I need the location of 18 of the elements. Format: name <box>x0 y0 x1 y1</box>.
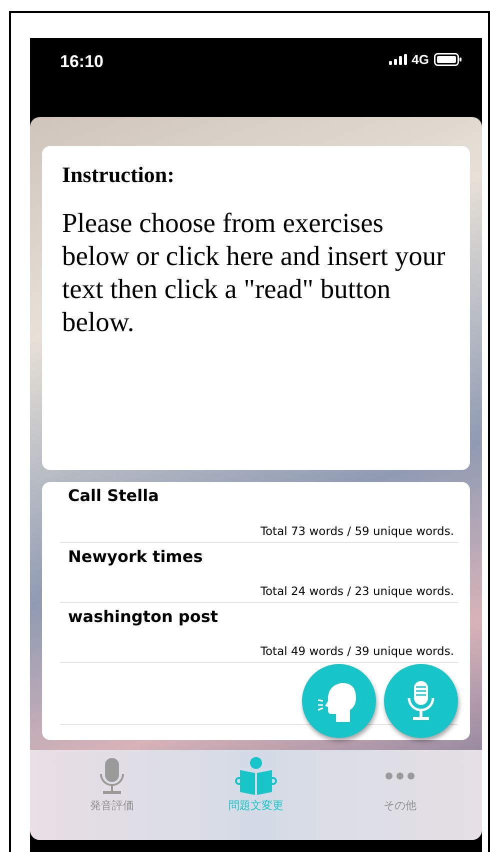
instruction-card[interactable]: Instruction: Please choose from exercises below or click here and insert your text then click a "read" button below. <box>42 146 470 470</box>
more-icon <box>385 772 415 780</box>
network-label: 4G <box>412 52 429 67</box>
reading-person-icon <box>234 756 278 796</box>
signal-icon <box>388 54 407 65</box>
exercise-title[interactable]: washington post <box>68 607 218 626</box>
record-button[interactable] <box>384 664 458 738</box>
speak-button[interactable] <box>302 664 376 738</box>
exercise-title[interactable]: Newyork times <box>68 547 203 566</box>
exercise-word-count: Total 73 words / 59 unique words. <box>260 524 455 538</box>
exercise-title[interactable]: Call Stella <box>68 486 159 505</box>
microphone-icon <box>97 756 127 796</box>
instruction-text: Please choose from exercises below or click here and insert your text then click a "read" button below. <box>62 206 446 338</box>
battery-icon <box>434 53 462 66</box>
exercise-word-count: Total 24 words / 23 unique words. <box>260 584 455 598</box>
instruction-title: Instruction: <box>62 162 176 188</box>
status-time: 16:10 <box>60 52 104 72</box>
exercise-word-count: Total 49 words / 39 unique words. <box>260 644 455 658</box>
